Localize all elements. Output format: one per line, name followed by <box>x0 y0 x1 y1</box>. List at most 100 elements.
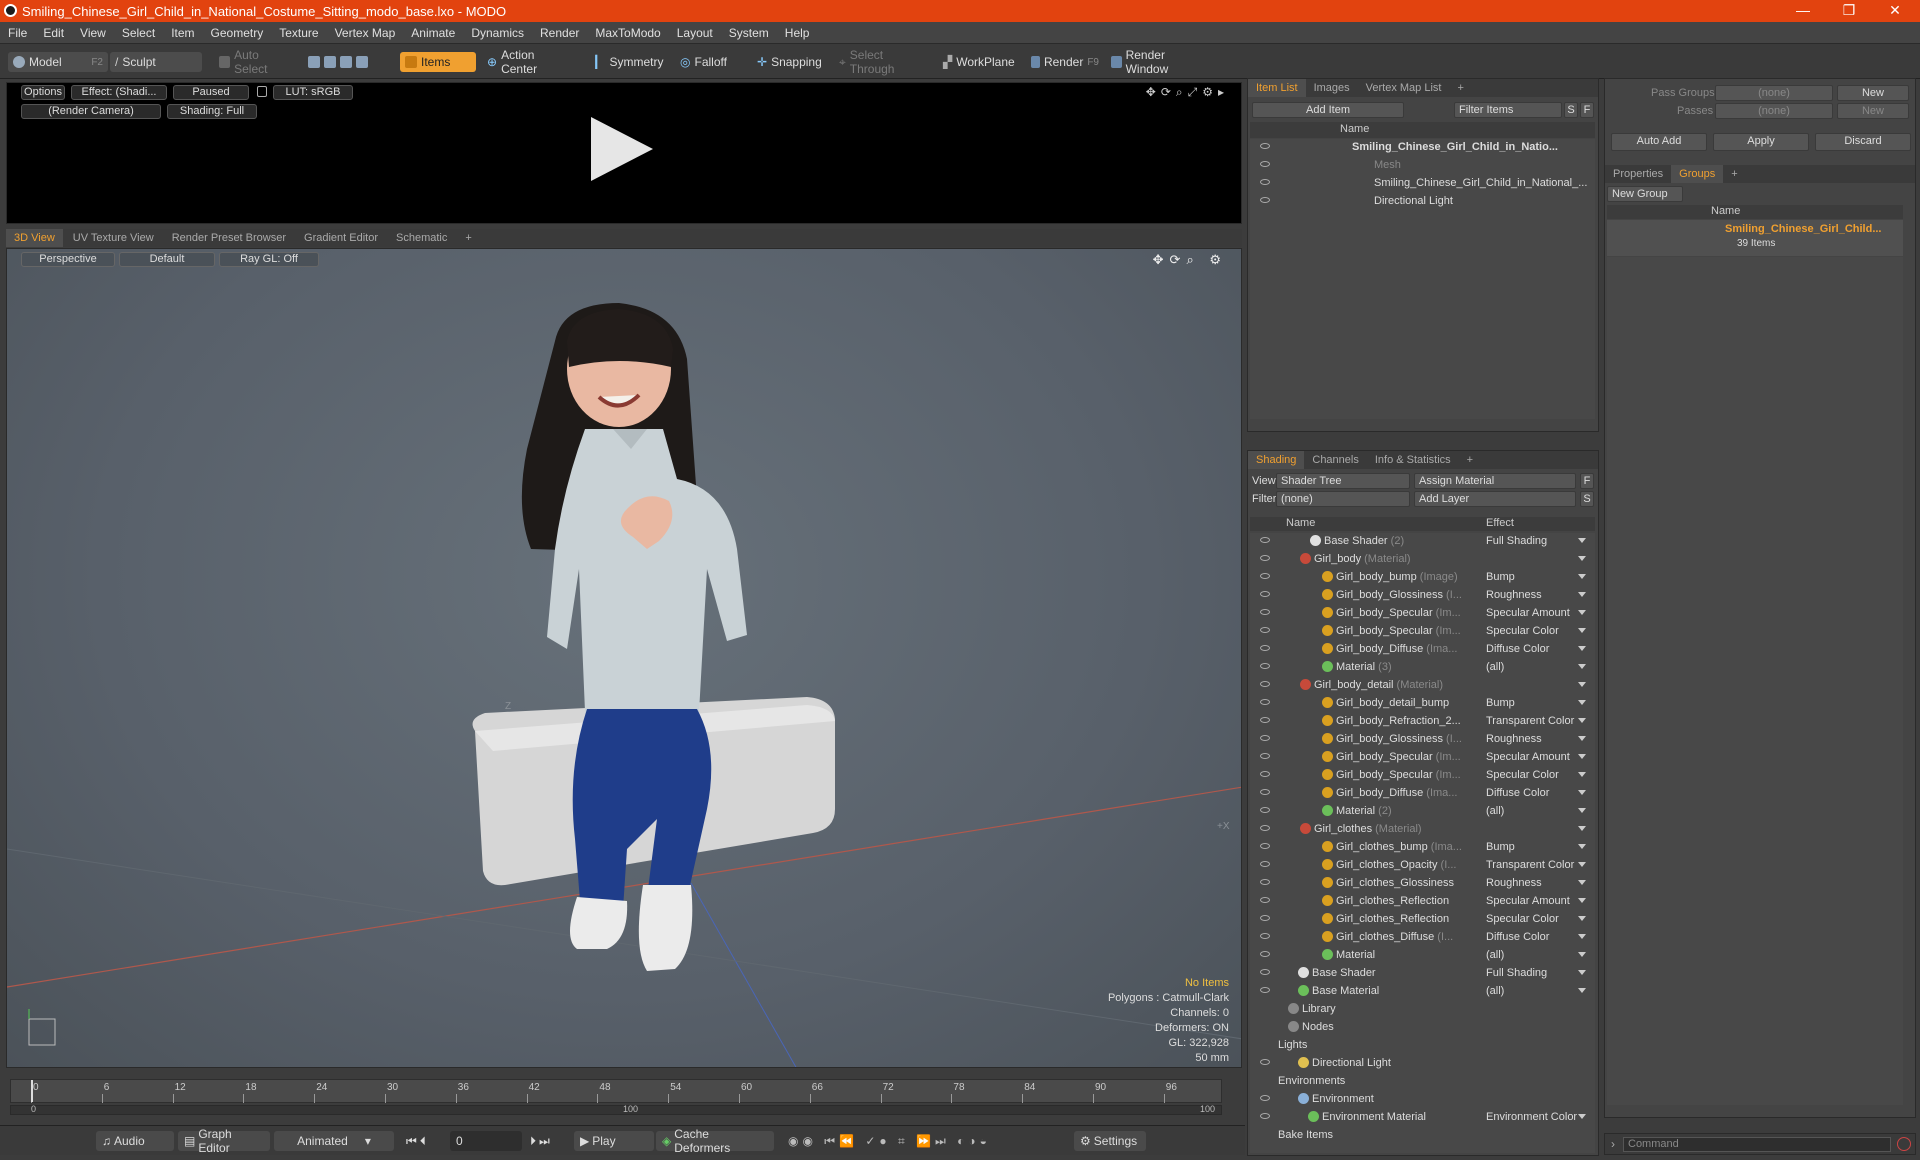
visibility-eye-icon[interactable] <box>1260 555 1270 561</box>
visibility-eye-icon[interactable] <box>1260 1113 1270 1119</box>
chevron-down-icon[interactable] <box>1578 898 1586 903</box>
menu-system[interactable]: System <box>721 26 777 40</box>
chevron-down-icon[interactable] <box>1578 1114 1586 1119</box>
preview-view-controls[interactable]: ✥⟳⌕⤢⚙▸ <box>1146 85 1229 100</box>
shader-row-effect[interactable]: Bump <box>1486 697 1515 709</box>
group-row[interactable]: Smiling_Chinese_Girl_Child... 39 Items <box>1607 220 1903 256</box>
tab-images[interactable]: Images <box>1306 79 1358 97</box>
s-button[interactable]: S <box>1580 491 1594 507</box>
shader-row[interactable]: Girl_body_Specular (Im... Specular Color <box>1250 623 1595 641</box>
visibility-eye-icon[interactable] <box>1260 179 1270 185</box>
select-through-button[interactable]: ⌖ Select Through <box>834 48 930 76</box>
shader-row[interactable]: Girl_body_Glossiness (I... Roughness <box>1250 587 1595 605</box>
shader-row[interactable]: Girl_body_Diffuse (Ima... Diffuse Color <box>1250 641 1595 659</box>
chevron-down-icon[interactable] <box>1578 826 1586 831</box>
chevron-down-icon[interactable] <box>1578 538 1586 543</box>
chevron-down-icon[interactable] <box>1578 808 1586 813</box>
tab-3d-view[interactable]: 3D View <box>6 229 63 247</box>
shader-row[interactable]: Base Shader (2) Full Shading <box>1250 533 1595 551</box>
add-tab-button[interactable]: + <box>457 229 479 247</box>
auto-add-button[interactable]: Auto Add <box>1611 133 1707 151</box>
tab-info-statistics[interactable]: Info & Statistics <box>1367 451 1459 469</box>
add-tab-button[interactable]: + <box>1459 451 1481 469</box>
shader-row[interactable]: Girl_body_detail (Material) <box>1250 677 1595 695</box>
visibility-eye-icon[interactable] <box>1260 825 1270 831</box>
pass-groups-dropdown[interactable]: (none) <box>1715 85 1833 101</box>
visibility-eye-icon[interactable] <box>1260 861 1270 867</box>
step-forward-icon[interactable]: ⏵ <box>530 1134 536 1149</box>
shader-row[interactable]: Girl_clothes_bump (Ima... Bump <box>1250 839 1595 857</box>
filter-f-button[interactable]: F <box>1580 102 1594 118</box>
render-preview-viewer[interactable]: Options Effect: (Shadi... Paused LUT: sR… <box>6 82 1242 224</box>
action-center-button[interactable]: ⊕ Action Center <box>482 48 572 76</box>
shader-row-effect[interactable]: Roughness <box>1486 877 1542 889</box>
visibility-eye-icon[interactable] <box>1260 573 1270 579</box>
shader-row[interactable]: Material (all) <box>1250 947 1595 965</box>
shader-row-effect[interactable]: (all) <box>1486 949 1504 961</box>
materials-mode-icon[interactable] <box>356 56 368 68</box>
animated-dropdown[interactable]: Animated ▾ <box>274 1131 394 1151</box>
shader-row-effect[interactable]: Transparent Color <box>1486 715 1574 727</box>
snapping-button[interactable]: ✛ Snapping <box>752 52 832 72</box>
skip-next-controls[interactable]: ⏵ ⏭ <box>524 1131 572 1151</box>
visibility-eye-icon[interactable] <box>1260 143 1270 149</box>
skip-start-icon[interactable]: ⏮ <box>406 1134 417 1149</box>
menu-render[interactable]: Render <box>532 26 587 40</box>
settings-button[interactable]: ⚙ Settings <box>1074 1131 1146 1151</box>
timeline-playhead[interactable] <box>31 1080 33 1102</box>
visibility-eye-icon[interactable] <box>1260 987 1270 993</box>
shader-row[interactable]: Girl_clothes_Glossiness Roughness <box>1250 875 1595 893</box>
visibility-eye-icon[interactable] <box>1260 897 1270 903</box>
shader-row[interactable]: Environment Material Environment Color <box>1250 1109 1595 1127</box>
menu-view[interactable]: View <box>72 26 114 40</box>
shader-row[interactable]: Girl_body_Specular (Im... Specular Amount <box>1250 605 1595 623</box>
tab-properties[interactable]: Properties <box>1605 165 1671 183</box>
command-input[interactable]: Command <box>1623 1137 1891 1152</box>
filter-items-input[interactable]: Filter Items <box>1454 102 1562 118</box>
tab-shading[interactable]: Shading <box>1248 451 1305 469</box>
visibility-eye-icon[interactable] <box>1260 879 1270 885</box>
render-button[interactable]: Render F9 <box>1026 52 1104 72</box>
visibility-eye-icon[interactable] <box>1260 807 1270 813</box>
visibility-eye-icon[interactable] <box>1260 915 1270 921</box>
shader-row-effect[interactable]: (all) <box>1486 661 1504 673</box>
key-controls[interactable]: ◉◉ ⏮⏪ ✓● ⌗ ⏩⏭ ◐◑◒ <box>782 1131 1072 1151</box>
shader-row[interactable]: Bake Items <box>1250 1127 1595 1145</box>
menu-layout[interactable]: Layout <box>669 26 721 40</box>
add-item-dropdown[interactable]: Add Item <box>1252 102 1404 118</box>
groups-list[interactable] <box>1607 257 1903 1105</box>
model-mode-button[interactable]: Model F2 <box>8 52 108 72</box>
tab-vertex-map-list[interactable]: Vertex Map List <box>1358 79 1450 97</box>
timeline-ruler[interactable]: 0 6 12 18 24 30 36 42 48 54 60 66 72 78 84 90 96 <box>10 1079 1222 1103</box>
menu-vertex-map[interactable]: Vertex Map <box>327 26 404 40</box>
apply-button[interactable]: Apply <box>1713 133 1809 151</box>
preview-options-button[interactable]: Options <box>21 85 65 100</box>
falloff-button[interactable]: ◎ Falloff <box>675 52 745 72</box>
view-dropdown[interactable]: Shader Tree <box>1276 473 1410 489</box>
tab-channels[interactable]: Channels <box>1304 451 1366 469</box>
shader-row-effect[interactable]: Specular Color <box>1486 769 1559 781</box>
render-camera-dropdown[interactable]: (Render Camera) <box>21 104 161 119</box>
f-button[interactable]: F <box>1580 473 1594 489</box>
visibility-eye-icon[interactable] <box>1260 789 1270 795</box>
chevron-down-icon[interactable] <box>1578 880 1586 885</box>
visibility-eye-icon[interactable] <box>1260 969 1270 975</box>
passes-dropdown[interactable]: (none) <box>1715 103 1833 119</box>
chevron-down-icon[interactable] <box>1578 934 1586 939</box>
shader-row-effect[interactable]: Specular Amount <box>1486 751 1570 763</box>
chevron-down-icon[interactable] <box>1578 718 1586 723</box>
shader-row-effect[interactable]: Roughness <box>1486 733 1542 745</box>
shader-row-effect[interactable]: Diffuse Color <box>1486 787 1549 799</box>
visibility-eye-icon[interactable] <box>1260 663 1270 669</box>
maximize-button[interactable]: ❐ <box>1826 0 1872 22</box>
visibility-eye-icon[interactable] <box>1260 1095 1270 1101</box>
chevron-down-icon[interactable] <box>1578 952 1586 957</box>
filter-dropdown[interactable]: (none) <box>1276 491 1410 507</box>
chevron-down-icon[interactable] <box>1578 862 1586 867</box>
item-tree[interactable]: Smiling_Chinese_Girl_Child_in_Natio... M… <box>1250 139 1595 419</box>
visibility-eye-icon[interactable] <box>1260 609 1270 615</box>
add-tab-button[interactable]: + <box>1449 79 1471 97</box>
menu-maxtomodo[interactable]: MaxToModo <box>587 26 668 40</box>
discard-button[interactable]: Discard <box>1815 133 1911 151</box>
shader-row[interactable]: Base Shader Full Shading <box>1250 965 1595 983</box>
